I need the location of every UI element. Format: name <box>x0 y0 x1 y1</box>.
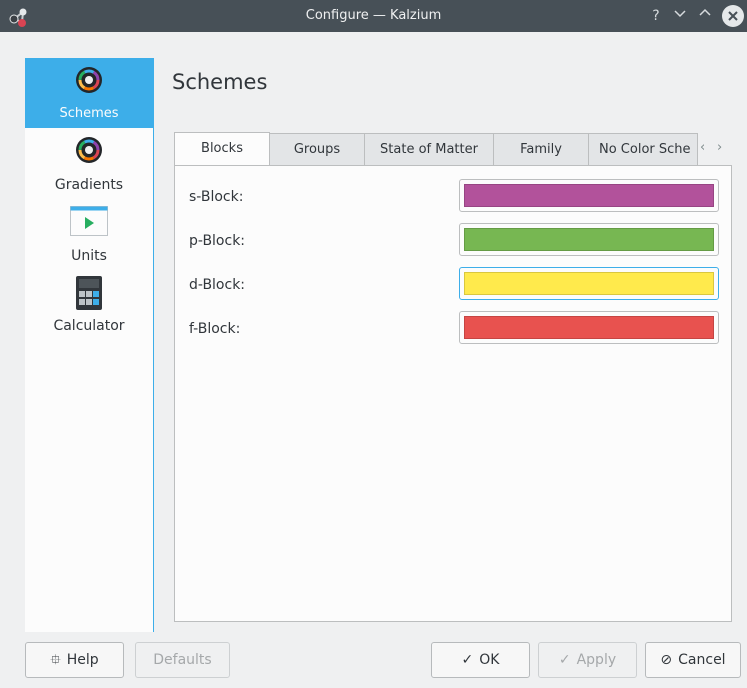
sidebar-item-label: Calculator <box>53 318 125 334</box>
window-title: Configure — Kalzium <box>305 8 442 23</box>
defaults-button-label: Defaults <box>153 652 212 668</box>
tab-blocks[interactable]: Blocks <box>174 132 270 167</box>
minimize-button[interactable] <box>670 6 690 26</box>
cancel-button-label: Cancel <box>678 652 726 668</box>
tab-groups[interactable]: Groups <box>269 133 365 166</box>
sidebar-item-calculator[interactable]: Calculator <box>25 270 153 340</box>
help-lifebuoy-icon: ⯐ <box>50 652 61 668</box>
help-button-label: Help <box>66 652 99 668</box>
color-swatch <box>464 228 714 251</box>
apply-button-label: Apply <box>576 652 617 668</box>
sidebar-item-label: Schemes <box>59 106 119 121</box>
p-block-color-button[interactable] <box>459 223 719 256</box>
sidebar-item-gradients[interactable]: Gradients <box>25 130 153 200</box>
f-block-label: f-Block: <box>189 321 241 337</box>
sidebar-item-label: Gradients <box>54 177 124 193</box>
page-title: Schemes <box>172 70 268 94</box>
apply-button[interactable]: ✓ Apply <box>538 642 637 678</box>
sidebar-item-units[interactable]: Units <box>25 200 153 270</box>
cancel-icon: ⊘ <box>660 652 673 668</box>
sidebar-item-label: Units <box>71 248 107 264</box>
sidebar-item-schemes[interactable]: Schemes <box>25 58 153 128</box>
cancel-button[interactable]: ⊘ Cancel <box>645 642 741 678</box>
units-window-icon <box>70 206 108 236</box>
defaults-button[interactable]: Defaults <box>135 642 230 678</box>
check-icon: ✓ <box>461 652 474 668</box>
calculator-icon <box>76 276 102 310</box>
title-bar[interactable]: Configure — Kalzium ? <box>0 0 747 32</box>
ok-button[interactable]: ✓ OK <box>431 642 530 678</box>
f-block-color-button[interactable] <box>459 311 719 344</box>
maximize-button[interactable] <box>695 6 715 26</box>
chevron-up-icon <box>699 8 711 16</box>
blocks-tab-panel: s-Block: p-Block: d-Block: f-Block: <box>174 165 732 622</box>
chevron-left-icon[interactable]: ‹ <box>700 140 705 155</box>
check-icon: ✓ <box>558 652 571 668</box>
color-swatch <box>464 316 714 339</box>
p-block-label: p-Block: <box>189 233 246 249</box>
d-block-label: d-Block: <box>189 277 246 293</box>
chevron-right-icon[interactable]: › <box>717 140 722 155</box>
tab-family[interactable]: Family <box>493 133 589 166</box>
s-block-color-button[interactable] <box>459 179 719 212</box>
ok-button-label: OK <box>479 652 500 668</box>
help-button[interactable]: ⯐ Help <box>25 642 124 678</box>
close-window-button[interactable] <box>722 5 744 27</box>
tab-no-color-scheme[interactable]: No Color Sche <box>588 133 698 166</box>
help-titlebar-button[interactable]: ? <box>646 6 666 26</box>
color-swatch <box>464 184 714 207</box>
close-icon <box>728 11 738 21</box>
color-swatch <box>464 272 714 295</box>
tab-state-of-matter[interactable]: State of Matter <box>364 133 494 166</box>
d-block-color-button[interactable] <box>459 267 719 300</box>
color-wheel-icon <box>75 66 103 94</box>
s-block-label: s-Block: <box>189 189 244 205</box>
scheme-tab-bar: Blocks Groups State of Matter Family No … <box>174 132 732 167</box>
color-wheel-icon <box>75 136 103 164</box>
chevron-down-icon <box>674 10 686 18</box>
config-page-list: Schemes Gradients Units Calculator <box>25 58 154 632</box>
